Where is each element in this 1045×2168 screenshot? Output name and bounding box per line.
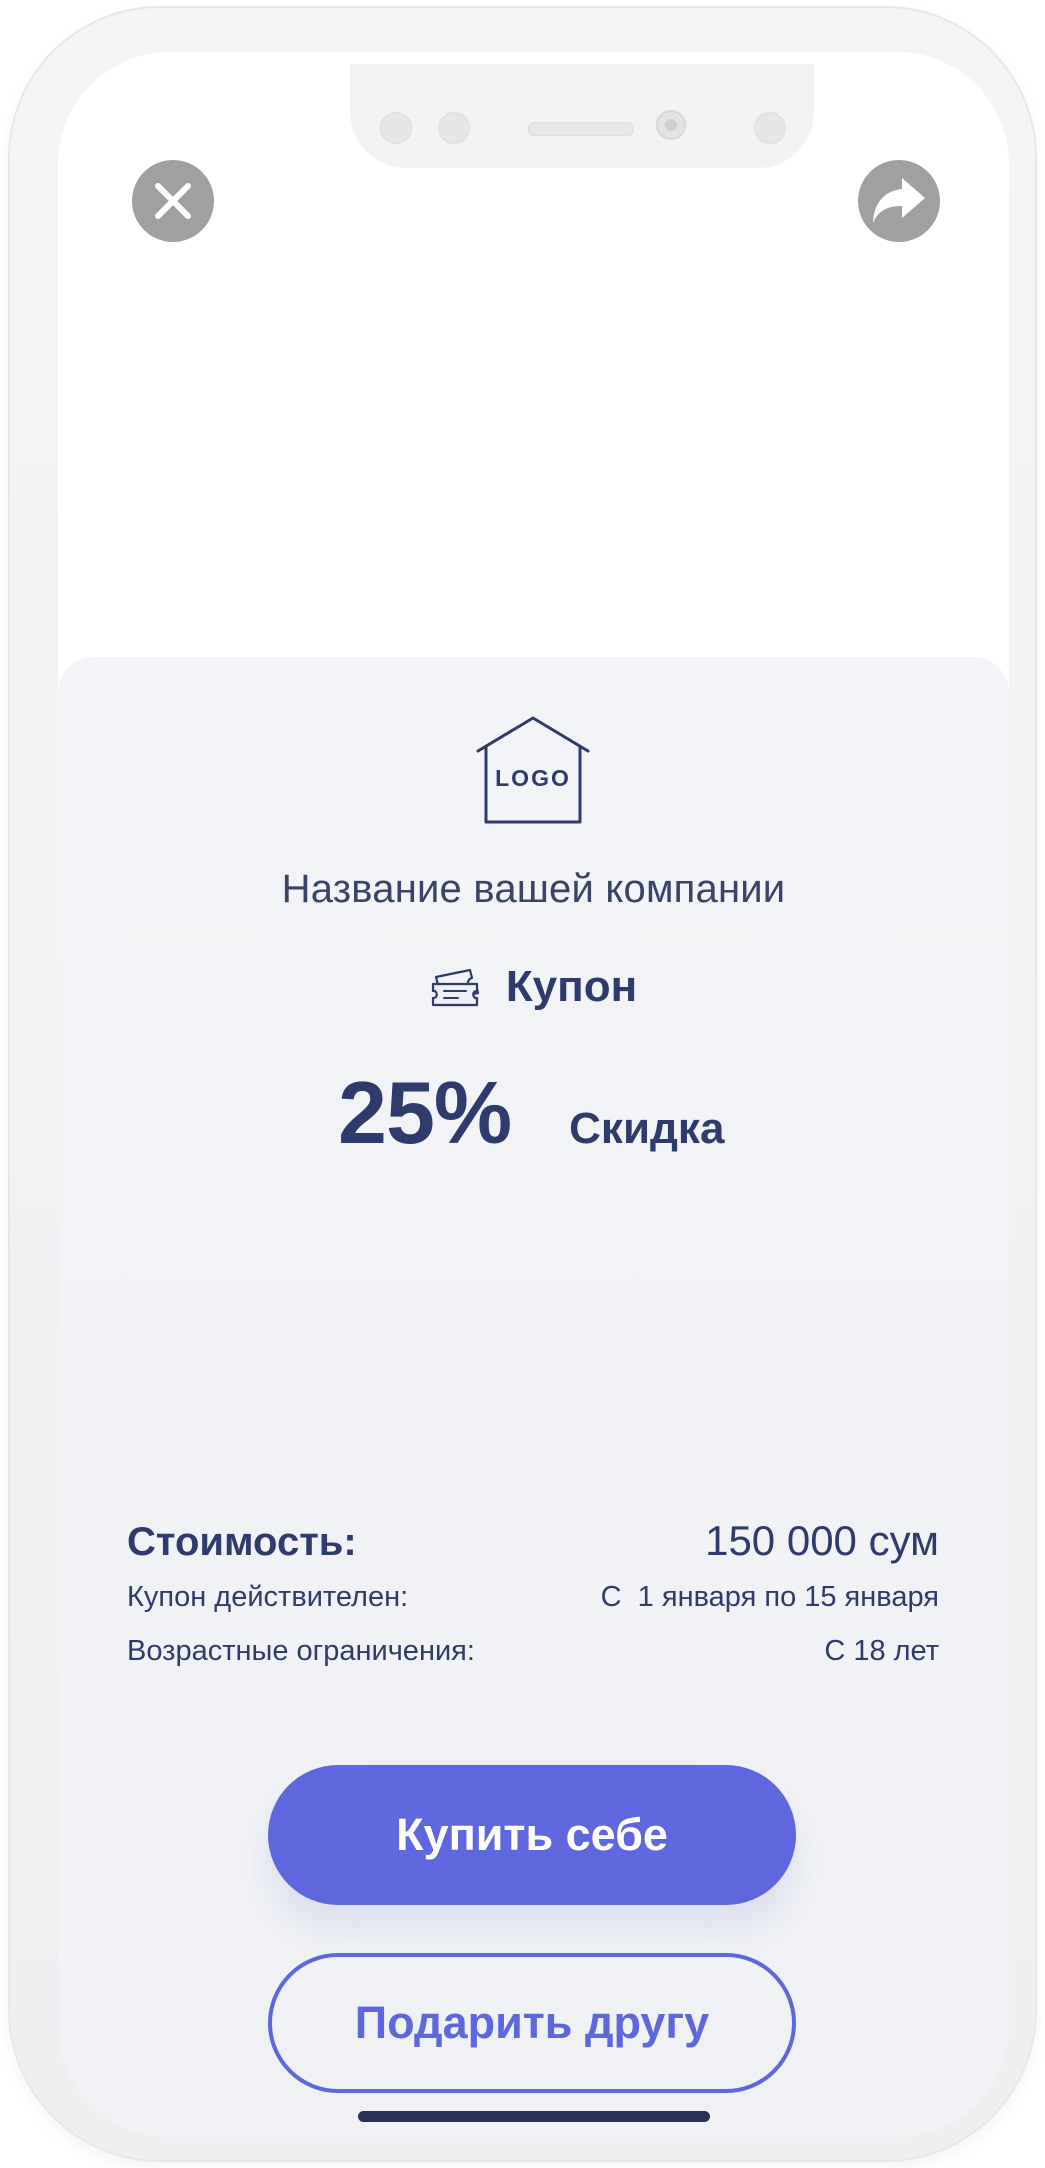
discount-value: 25% bbox=[338, 1063, 512, 1162]
sensor-dot bbox=[438, 112, 470, 144]
age-restriction-value: С 18 лет bbox=[824, 1635, 939, 1667]
phone-frame: LOGO Название вашей компании Купон 25% С… bbox=[10, 8, 1035, 2160]
validity-row: Купон действителен: С 1 января по 15 янв… bbox=[127, 1581, 939, 1614]
price-row: Стоимость: 150 000 сум bbox=[127, 1517, 939, 1565]
logo-text: LOGO bbox=[495, 765, 571, 791]
earpiece-speaker bbox=[528, 122, 634, 136]
company-name: Название вашей компании bbox=[281, 867, 786, 911]
buy-for-self-button[interactable]: Купить себе bbox=[268, 1765, 796, 1905]
sensor-dot bbox=[380, 112, 412, 144]
home-indicator[interactable] bbox=[358, 2111, 710, 2122]
close-icon bbox=[155, 183, 191, 219]
app-screen: LOGO Название вашей компании Купон 25% С… bbox=[58, 52, 1009, 2137]
price-label: Стоимость: bbox=[127, 1520, 357, 1564]
coupon-card: LOGO Название вашей компании Купон 25% С… bbox=[58, 657, 1009, 2137]
sensor-dot bbox=[754, 112, 786, 144]
ticket-icon bbox=[431, 968, 479, 1007]
front-camera bbox=[656, 110, 686, 140]
share-button[interactable] bbox=[858, 160, 940, 242]
validity-value: С 1 января по 15 января bbox=[600, 1581, 939, 1613]
age-restriction-label: Возрастные ограничения: bbox=[127, 1635, 475, 1667]
company-logo: LOGO bbox=[475, 715, 591, 825]
validity-label: Купон действителен: bbox=[127, 1581, 409, 1613]
coupon-header: Купон bbox=[58, 962, 1009, 1012]
device-notch bbox=[350, 64, 814, 168]
age-restriction-row: Возрастные ограничения: С 18 лет bbox=[127, 1635, 939, 1668]
discount-label: Скидка bbox=[569, 1104, 725, 1153]
price-value: 150 000 сум bbox=[705, 1517, 939, 1564]
discount-block: 25% Скидка bbox=[338, 1062, 724, 1164]
close-button[interactable] bbox=[132, 160, 214, 242]
coupon-title: Купон bbox=[505, 962, 638, 1011]
gift-to-friend-button[interactable]: Подарить другу bbox=[268, 1953, 796, 2093]
share-icon bbox=[873, 178, 925, 223]
